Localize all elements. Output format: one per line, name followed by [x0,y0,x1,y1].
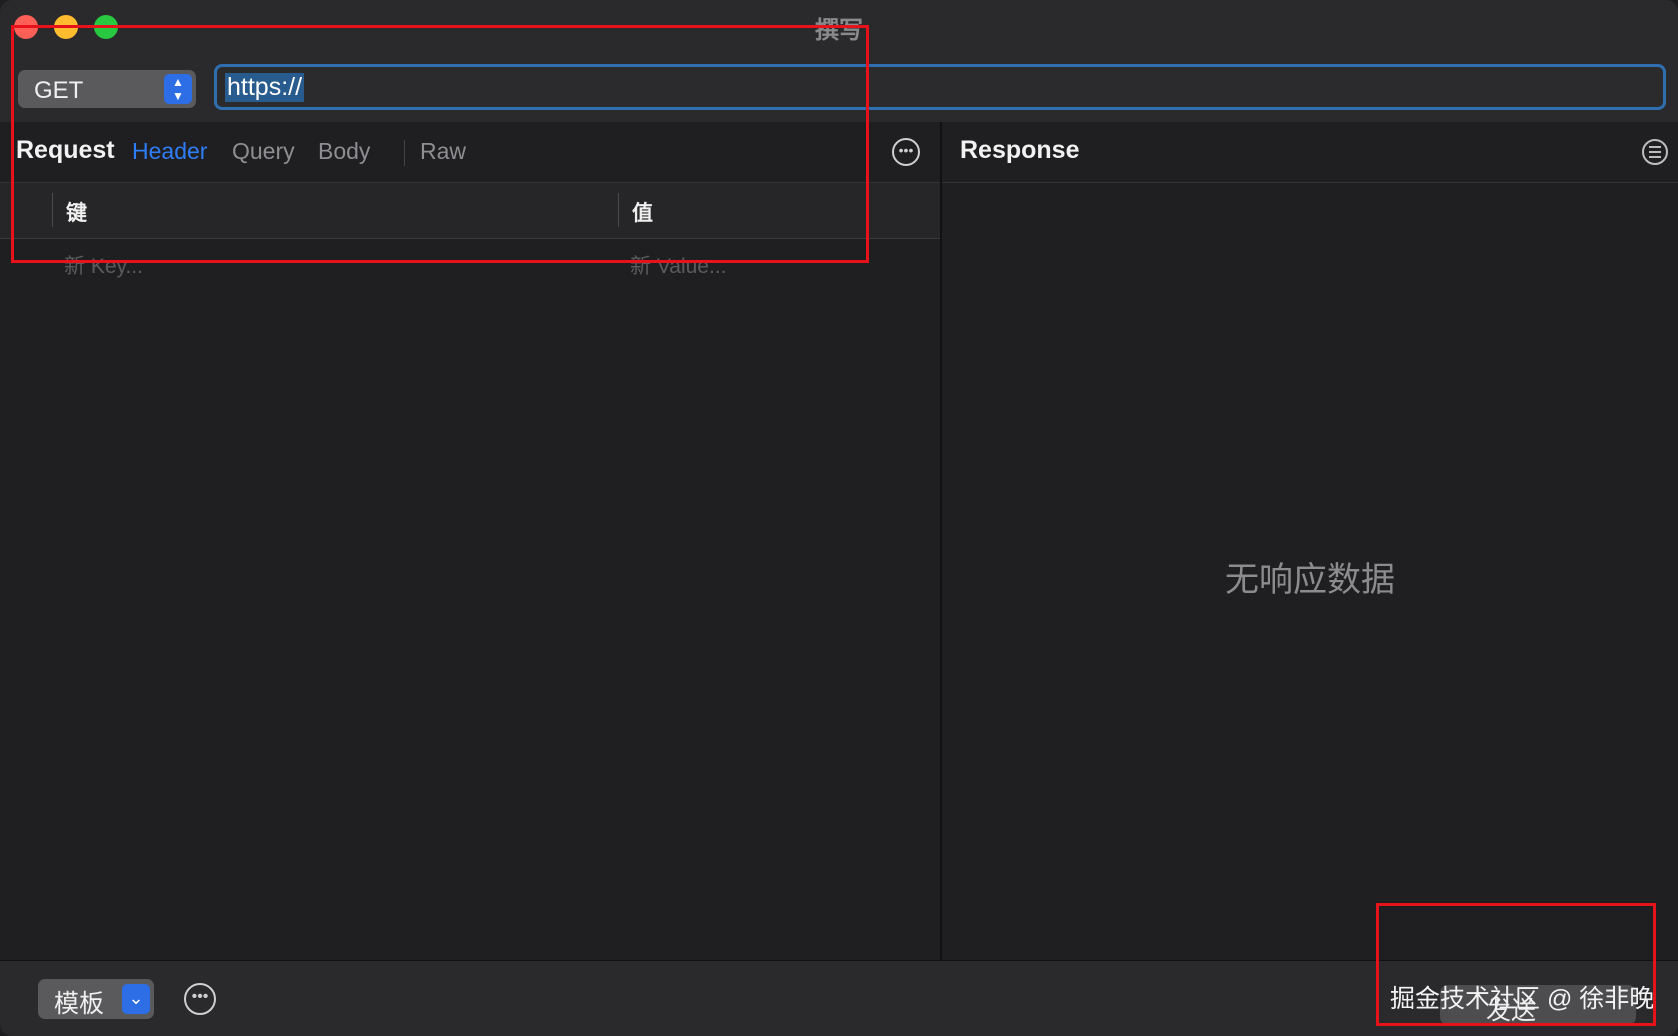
empty-response-text: 无响应数据 [1225,561,1395,599]
filter-icon[interactable] [1642,139,1668,165]
app-window: 撰写 GET ▲ ▼ https:// Request Header Query … [0,0,1678,1036]
template-label: 模板 [54,990,105,1018]
annotation-box-bottom [1376,903,1656,1026]
more-icon[interactable]: ••• [892,138,920,166]
template-select[interactable]: 模板 ⌄ [38,979,154,1019]
annotation-box-top [11,25,869,263]
response-panel: Response 无响应数据 [942,122,1678,960]
response-header: Response [942,122,1678,183]
response-title: Response [960,136,1080,164]
chevron-down-icon[interactable]: ⌄ [122,984,150,1014]
more-icon[interactable]: ••• [184,983,216,1015]
